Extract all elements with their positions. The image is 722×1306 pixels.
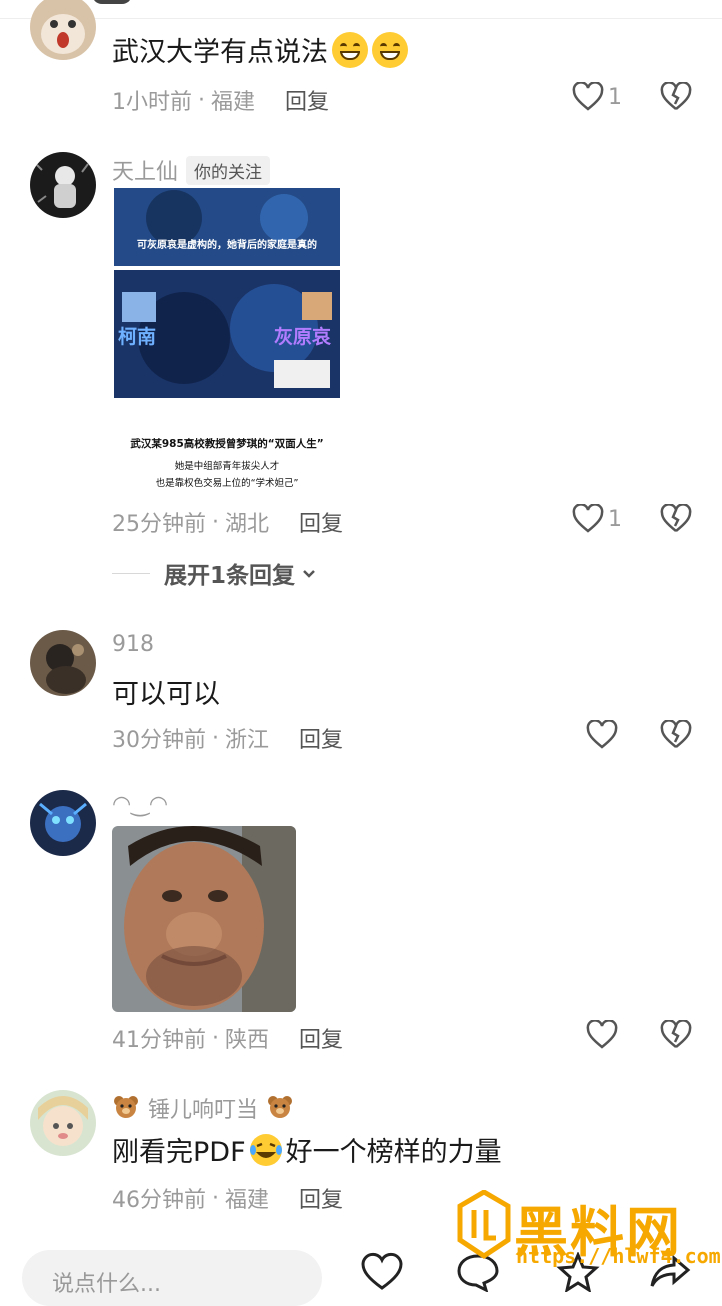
comment-username-row: 锤儿响叮当 <box>112 1092 294 1124</box>
like-button[interactable]: 1 <box>572 82 622 112</box>
comment-meta: 1小时前 · 福建 回复 <box>112 84 329 116</box>
poster-left-name: 柯南 <box>118 326 157 348</box>
separator: · <box>212 725 219 751</box>
comment-username[interactable]: ◠‿◠ <box>112 792 168 817</box>
meme-face-image <box>112 826 296 1012</box>
grin-emoji-icon <box>332 31 368 68</box>
comment-meta: 41分钟前 · 陕西 回复 <box>112 1022 343 1054</box>
comment-image[interactable] <box>112 826 296 1012</box>
poster-right-name: 灰原哀 <box>274 326 332 348</box>
comment-meta: 30分钟前 · 浙江 回复 <box>112 722 343 754</box>
dislike-button[interactable] <box>660 503 692 538</box>
divider-line <box>112 572 150 574</box>
comment-time: 25分钟前 <box>112 512 206 537</box>
poster-line-3: 也是靠权色交易上位的“学术妲己” <box>155 478 299 489</box>
heart-icon <box>586 1020 618 1049</box>
comment-time: 1小时前 <box>112 90 192 115</box>
comment-text: 武汉大学有点说法 <box>112 30 408 69</box>
comment-text-part-2: 好一个榜样的力量 <box>285 1137 502 1168</box>
previous-avatar-edge <box>92 0 132 4</box>
poster-line-2: 她是中组部青年拔尖人才 <box>174 461 280 472</box>
poster-line-1: 武汉某985高校教授曾梦琪的“双面人生” <box>130 438 324 450</box>
avatar[interactable] <box>30 0 96 60</box>
teddy-bear-icon <box>114 1096 138 1118</box>
chevron-down-icon <box>303 570 315 578</box>
comment-location: 福建 <box>211 90 256 115</box>
avatar[interactable] <box>30 152 96 218</box>
comment-image[interactable]: 可灰原哀是虚构的，她背后的家庭是真的 柯南 灰原哀 武汉某985高校教授曾梦琪的… <box>114 188 340 496</box>
like-action-button[interactable] <box>360 1252 404 1296</box>
heart-icon <box>572 82 604 111</box>
heart-icon <box>572 504 604 533</box>
like-button[interactable]: 1 <box>572 504 622 534</box>
broken-heart-icon <box>660 719 692 748</box>
avatar[interactable] <box>30 1090 96 1156</box>
comment-time: 46分钟前 <box>112 1188 206 1213</box>
comment-username[interactable]: 918 <box>112 632 154 657</box>
expand-replies-label: 展开1条回复 <box>164 563 296 589</box>
avatar[interactable] <box>30 790 96 856</box>
dislike-button[interactable] <box>660 1019 692 1054</box>
comment-input-placeholder: 说点什么... <box>52 1272 161 1297</box>
like-count: 1 <box>608 84 622 110</box>
heart-icon <box>586 720 618 749</box>
comment-username-row: ◠‿◠ <box>112 792 168 817</box>
comment-username[interactable]: 锤儿响叮当 <box>148 1092 258 1124</box>
avatar[interactable] <box>30 630 96 696</box>
dislike-button[interactable] <box>660 81 692 116</box>
broken-heart-icon <box>660 1019 692 1048</box>
like-button[interactable] <box>586 720 618 750</box>
teddy-bear-icon <box>268 1096 293 1118</box>
poster-headline: 可灰原哀是虚构的，她背后的家庭是真的 <box>137 240 317 251</box>
comment-username-row: 天上仙 你的关注 <box>112 154 271 186</box>
heart-icon <box>361 1252 403 1290</box>
separator: · <box>212 509 219 535</box>
comment-username[interactable]: 天上仙 <box>112 154 178 186</box>
comment-location: 福建 <box>225 1188 270 1213</box>
reply-button[interactable]: 回复 <box>299 506 343 538</box>
comment-time: 30分钟前 <box>112 728 206 753</box>
reply-button[interactable]: 回复 <box>299 1182 343 1214</box>
broken-heart-icon <box>660 503 692 532</box>
comment-input[interactable]: 说点什么... <box>22 1250 322 1306</box>
separator: · <box>212 1185 219 1211</box>
comment-text-content: 武汉大学有点说法 <box>112 37 328 68</box>
watermark: 黑料网 https://hlwf4.com <box>456 1186 721 1278</box>
watermark-url: https://hlwf4.com <box>516 1244 721 1268</box>
broken-heart-icon <box>660 81 692 110</box>
follow-tag: 你的关注 <box>186 155 271 185</box>
comment-meta: 25分钟前 · 湖北 回复 <box>112 506 343 538</box>
watermark-logo-icon <box>457 1190 511 1260</box>
comment-meta: 46分钟前 · 福建 回复 <box>112 1182 343 1214</box>
comment-username-row: 918 <box>112 632 154 657</box>
reply-button[interactable]: 回复 <box>299 722 343 754</box>
laughing-tears-emoji-icon <box>249 1133 282 1166</box>
comment-location: 陕西 <box>225 1028 270 1053</box>
like-button[interactable] <box>586 1020 618 1050</box>
comment-time: 41分钟前 <box>112 1028 206 1053</box>
comment-location: 浙江 <box>225 728 270 753</box>
reply-button[interactable]: 回复 <box>299 1022 343 1054</box>
reply-button[interactable]: 回复 <box>285 84 329 116</box>
like-count: 1 <box>608 506 622 532</box>
comment-text: 刚看完PDF 好一个榜样的力量 <box>112 1130 502 1169</box>
comment-text-content: 可以可以 <box>112 679 220 710</box>
grin-emoji-icon <box>372 31 408 68</box>
separator: · <box>212 1025 219 1051</box>
comment-text-part-1: 刚看完PDF <box>112 1137 246 1168</box>
dislike-button[interactable] <box>660 719 692 754</box>
expand-replies-button[interactable]: 展开1条回复 <box>112 556 319 590</box>
separator: · <box>198 87 205 113</box>
comment-text: 可以可以 <box>112 672 220 711</box>
comment-location: 湖北 <box>225 512 270 537</box>
top-divider <box>0 18 722 19</box>
